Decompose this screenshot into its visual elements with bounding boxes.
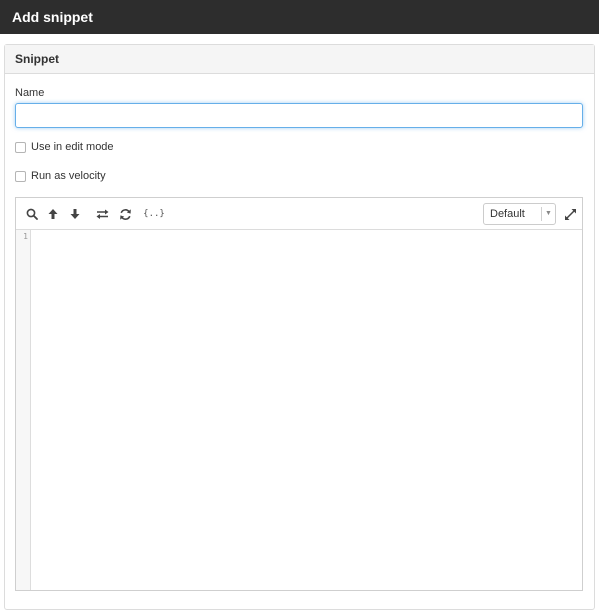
expand-icon[interactable] bbox=[562, 206, 578, 222]
run-as-velocity-checkbox-row[interactable]: Run as velocity bbox=[15, 169, 106, 183]
theme-select[interactable]: Default ▼ bbox=[483, 203, 556, 225]
chevron-down-icon[interactable]: ▼ bbox=[545, 204, 552, 224]
arrow-up-icon[interactable] bbox=[45, 206, 61, 222]
refresh-icon[interactable] bbox=[117, 206, 133, 222]
line-number: 1 bbox=[23, 232, 28, 241]
arrow-down-icon[interactable] bbox=[67, 206, 83, 222]
use-in-edit-mode-checkbox-row[interactable]: Use in edit mode bbox=[15, 140, 114, 154]
use-in-edit-mode-checkbox[interactable] bbox=[15, 141, 26, 153]
run-as-velocity-checkbox[interactable] bbox=[15, 170, 26, 182]
use-in-edit-mode-label: Use in edit mode bbox=[31, 141, 114, 153]
code-editor[interactable]: {..} Default ▼ 1 bbox=[15, 197, 583, 591]
braces-icon[interactable]: {..} bbox=[143, 206, 165, 222]
editor-toolbar: {..} Default ▼ bbox=[16, 198, 582, 230]
snippet-panel: Snippet Name Use in edit mode Run as vel… bbox=[4, 44, 595, 610]
panel-title: Snippet bbox=[5, 45, 594, 74]
line-number-gutter: 1 bbox=[16, 230, 31, 590]
theme-select-divider bbox=[541, 207, 542, 221]
search-icon[interactable] bbox=[24, 206, 40, 222]
run-as-velocity-label: Run as velocity bbox=[31, 170, 106, 182]
window-title: Add snippet bbox=[0, 0, 599, 34]
name-label: Name bbox=[15, 87, 45, 99]
swap-icon[interactable] bbox=[94, 206, 110, 222]
name-input[interactable] bbox=[15, 103, 583, 128]
theme-select-value: Default bbox=[490, 208, 525, 220]
